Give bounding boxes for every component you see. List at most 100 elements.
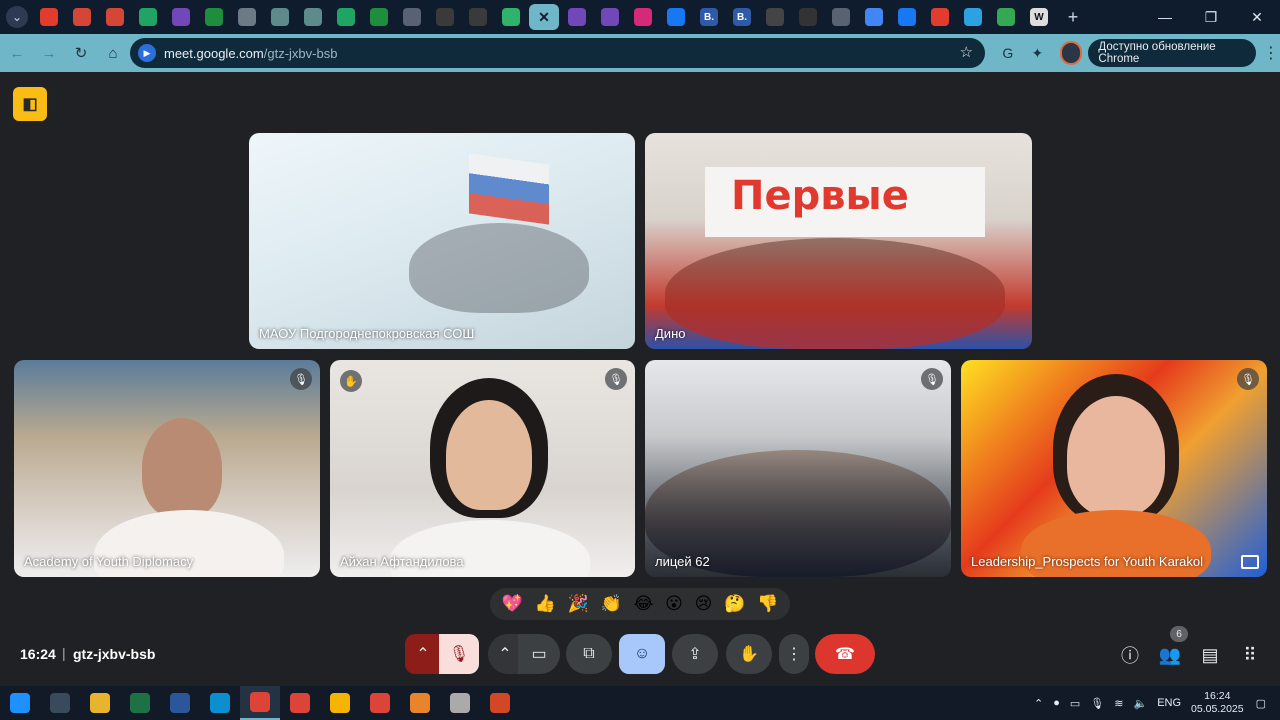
- browser-tab[interactable]: [265, 4, 295, 30]
- browser-tab[interactable]: [463, 4, 493, 30]
- browser-tab[interactable]: [892, 4, 922, 30]
- people-icon[interactable]: 👥: [1158, 643, 1182, 667]
- participant-tile[interactable]: ✋ 🎙 Айхан Афтандилова: [330, 360, 635, 577]
- captions-button[interactable]: ⧉: [566, 634, 612, 674]
- participant-tile[interactable]: МАОУ Подгороднепокровская СОШ: [249, 133, 635, 349]
- browser-tab[interactable]: [199, 4, 229, 30]
- reaction-emoji[interactable]: 👏: [601, 594, 622, 614]
- taskbar-app-chrome[interactable]: [360, 686, 400, 720]
- reaction-emoji[interactable]: 💖: [502, 594, 523, 614]
- raise-hand-button[interactable]: ✋: [726, 634, 772, 674]
- camera-toggle-button[interactable]: ▭: [518, 634, 560, 674]
- grammarly-extension-icon[interactable]: G: [995, 38, 1021, 68]
- taskbar-app-printer[interactable]: [440, 686, 480, 720]
- browser-tab[interactable]: [166, 4, 196, 30]
- participant-tile[interactable]: 🎙 лицей 62: [645, 360, 951, 577]
- mic-toggle-button[interactable]: 🎙: [439, 634, 479, 674]
- participant-tile[interactable]: 🎙 Academy of Youth Diplomacy: [14, 360, 320, 577]
- browser-tab[interactable]: [298, 4, 328, 30]
- taskbar-app-excel[interactable]: [120, 686, 160, 720]
- browser-tab[interactable]: [628, 4, 658, 30]
- meeting-info-icon[interactable]: ⓘ: [1118, 643, 1142, 667]
- reaction-emoji[interactable]: 👍: [535, 594, 556, 614]
- bookmark-star-icon[interactable]: ☆: [960, 43, 973, 61]
- taskbar-app-chrome[interactable]: [280, 686, 320, 720]
- site-info-icon[interactable]: ▶: [138, 44, 156, 62]
- reaction-emoji[interactable]: 👎: [757, 594, 778, 614]
- maximize-icon[interactable]: ❐: [1188, 0, 1234, 34]
- extensions-puzzle-icon[interactable]: ✦: [1025, 38, 1051, 68]
- taskbar-app-chrome-alt[interactable]: [320, 686, 360, 720]
- browser-tab[interactable]: [331, 4, 361, 30]
- participant-tile[interactable]: Первые Дино: [645, 133, 1032, 349]
- meeting-activity-icon[interactable]: ◧: [13, 87, 47, 121]
- address-bar[interactable]: ▶ meet.google.com/gtz-jxbv-bsb ☆: [130, 38, 985, 68]
- taskbar-app-app-orange[interactable]: [400, 686, 440, 720]
- browser-tab[interactable]: [793, 4, 823, 30]
- chrome-menu-icon[interactable]: ⋮: [1262, 43, 1280, 63]
- browser-tab[interactable]: [991, 4, 1021, 30]
- browser-tab[interactable]: [397, 4, 427, 30]
- taskbar-app-file-explorer[interactable]: [80, 686, 120, 720]
- forward-icon[interactable]: →: [34, 38, 64, 68]
- more-options-icon[interactable]: ⋮: [779, 634, 809, 674]
- browser-tab[interactable]: [232, 4, 262, 30]
- browser-tab[interactable]: [925, 4, 955, 30]
- browser-tab[interactable]: B.: [727, 4, 757, 30]
- notifications-icon[interactable]: ▢: [1256, 697, 1266, 710]
- mic-options-chevron-icon[interactable]: ⌃: [405, 634, 441, 674]
- reaction-emoji[interactable]: 😂: [633, 594, 653, 614]
- emoji-reactions-button[interactable]: ☺: [619, 634, 665, 674]
- tab-search-icon[interactable]: ⌄: [6, 6, 28, 28]
- reaction-emoji[interactable]: 🤔: [724, 594, 745, 614]
- reaction-emoji[interactable]: 😮: [665, 594, 683, 614]
- camera-options-chevron-icon[interactable]: ⌃: [488, 634, 522, 674]
- close-window-icon[interactable]: ✕: [1234, 0, 1280, 34]
- reaction-emoji[interactable]: 🎉: [568, 594, 589, 614]
- browser-tab[interactable]: [661, 4, 691, 30]
- minimize-icon[interactable]: —: [1142, 0, 1188, 34]
- taskbar-app-edge[interactable]: [200, 686, 240, 720]
- tray-expand-chevron-icon[interactable]: ⌃: [1034, 697, 1043, 710]
- taskbar-app-task-view[interactable]: [40, 686, 80, 720]
- browser-tab[interactable]: [859, 4, 889, 30]
- taskbar-app-powerpoint[interactable]: [480, 686, 520, 720]
- browser-tab[interactable]: [133, 4, 163, 30]
- profile-avatar[interactable]: [1060, 41, 1083, 65]
- volume-icon[interactable]: 🔈: [1133, 697, 1147, 710]
- reaction-emoji[interactable]: 😢: [695, 594, 713, 614]
- chat-icon[interactable]: ▤: [1198, 643, 1222, 667]
- present-screen-button[interactable]: ⇪: [672, 634, 718, 674]
- browser-tab[interactable]: [100, 4, 130, 30]
- browser-tab[interactable]: [562, 4, 592, 30]
- taskbar-app-chrome[interactable]: [240, 686, 280, 720]
- activities-grid-icon[interactable]: ⠿: [1238, 643, 1262, 667]
- browser-tab[interactable]: [826, 4, 856, 30]
- browser-tab[interactable]: [34, 4, 64, 30]
- leave-call-button[interactable]: ☎: [815, 634, 875, 674]
- picture-in-picture-icon[interactable]: [1241, 555, 1259, 569]
- language-indicator[interactable]: ENG: [1157, 697, 1181, 709]
- participant-tile[interactable]: 🎙 Leadership_Prospects for Youth Karakol: [961, 360, 1267, 577]
- browser-tab[interactable]: [958, 4, 988, 30]
- reload-icon[interactable]: ↻: [66, 38, 96, 68]
- home-icon[interactable]: ⌂: [98, 38, 128, 68]
- system-clock[interactable]: 16:24 05.05.2025: [1191, 690, 1244, 716]
- browser-tab[interactable]: [364, 4, 394, 30]
- new-tab-button[interactable]: +: [1061, 5, 1085, 29]
- browser-tab[interactable]: W: [1024, 4, 1054, 30]
- battery-icon[interactable]: ▭: [1070, 697, 1080, 710]
- wifi-icon[interactable]: ≋: [1114, 697, 1123, 710]
- browser-tab[interactable]: [67, 4, 97, 30]
- browser-tab[interactable]: [760, 4, 790, 30]
- chrome-update-button[interactable]: Доступно обновление Chrome: [1088, 39, 1256, 67]
- microphone-icon[interactable]: 🎙: [1090, 697, 1104, 710]
- taskbar-app-start[interactable]: [0, 686, 40, 720]
- browser-tab[interactable]: [496, 4, 526, 30]
- tray-app-icon[interactable]: ●: [1053, 697, 1060, 709]
- browser-tab[interactable]: [430, 4, 460, 30]
- browser-tab[interactable]: [595, 4, 625, 30]
- browser-tab[interactable]: ✕: [529, 4, 559, 30]
- back-icon[interactable]: ←: [2, 38, 32, 68]
- taskbar-app-word[interactable]: [160, 686, 200, 720]
